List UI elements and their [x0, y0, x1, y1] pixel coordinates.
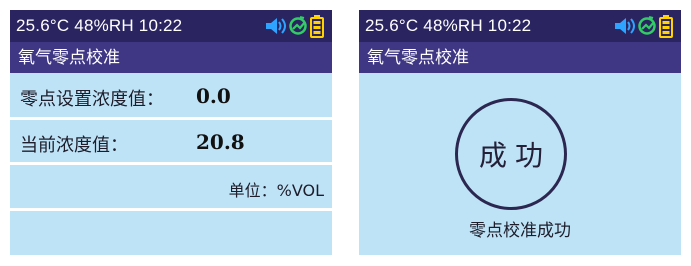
status-icons — [264, 13, 328, 39]
current-concentration-value: 20.8 — [196, 130, 245, 154]
status-readout: 25.6°C 48%RH 10:22 — [365, 16, 532, 35]
current-concentration-row: 当前浓度值： 20.8 — [10, 120, 332, 165]
status-readout: 25.6°C 48%RH 10:22 — [16, 16, 183, 35]
speaker-icon — [615, 18, 635, 34]
unit-label: 单位：%VOL — [228, 181, 324, 200]
pump-icon — [638, 16, 656, 35]
unit-row: 单位：%VOL — [10, 165, 332, 211]
status-icons — [613, 13, 677, 39]
speaker-icon — [266, 18, 286, 34]
title-bar: 氧气零点校准 — [359, 42, 681, 73]
status-bar: 25.6°C 48%RH 10:22 — [10, 10, 332, 42]
battery-icon — [659, 15, 673, 38]
status-bar: 25.6°C 48%RH 10:22 — [359, 10, 681, 42]
zero-setpoint-value[interactable]: 0.0 — [196, 84, 231, 108]
page-title: 氧气零点校准 — [18, 48, 120, 68]
calibration-success-screen: 25.6°C 48%RH 10:22 氧气零点校准 成功 零点校准成功 — [359, 10, 681, 255]
success-circle: 成功 — [455, 98, 567, 210]
zero-setpoint-row[interactable]: 零点设置浓度值： 0.0 — [10, 73, 332, 120]
empty-row — [10, 211, 332, 255]
current-concentration-label: 当前浓度值： — [20, 135, 128, 156]
page-title: 氧气零点校准 — [367, 48, 469, 68]
calibration-input-screen: 25.6°C 48%RH 10:22 氧气零点校准 零点设置浓度值： 0.0 当… — [10, 10, 332, 255]
zero-setpoint-label: 零点设置浓度值： — [20, 89, 164, 110]
battery-icon — [310, 15, 324, 38]
title-bar: 氧气零点校准 — [10, 42, 332, 73]
success-message: 零点校准成功 — [469, 221, 571, 241]
success-circle-text: 成功 — [478, 139, 551, 172]
pump-icon — [289, 16, 307, 35]
